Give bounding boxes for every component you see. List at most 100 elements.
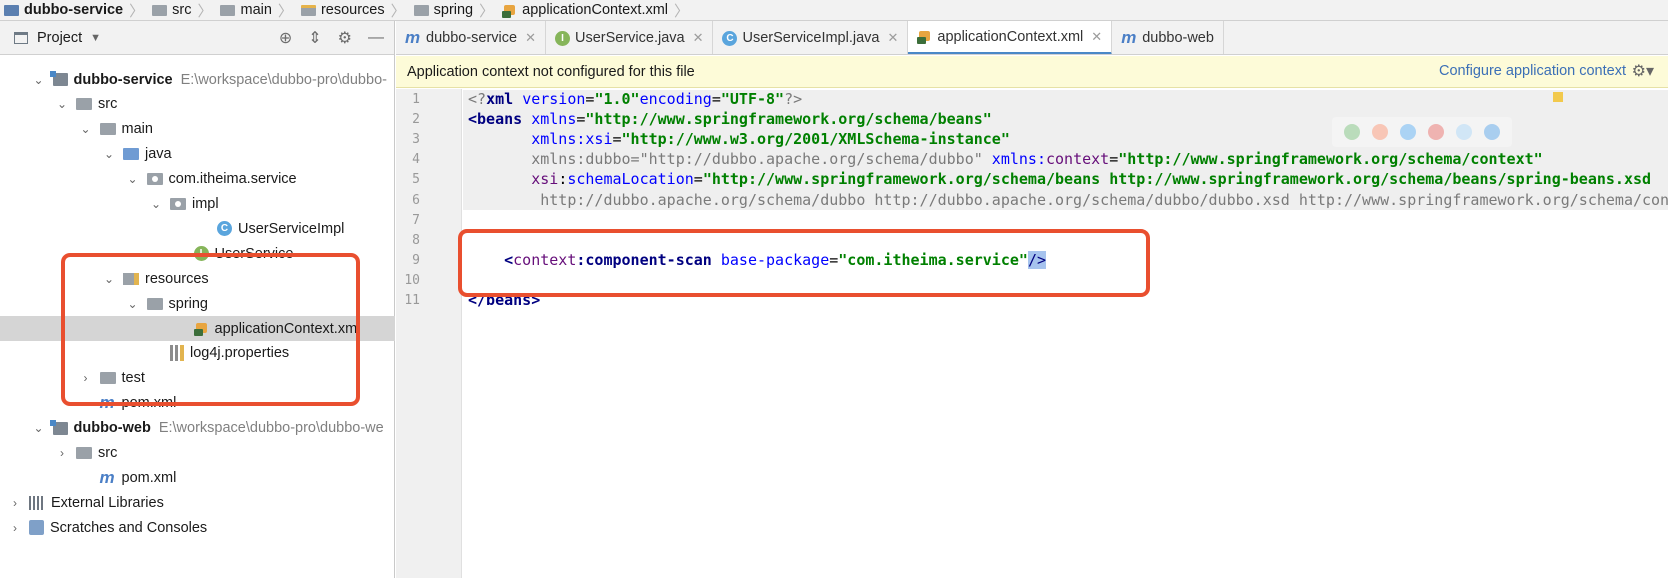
edge-icon[interactable] <box>1484 124 1500 140</box>
tree-item[interactable]: m pom.xml <box>0 465 395 490</box>
code-token: <beans <box>468 110 532 129</box>
gear-icon[interactable]: ⚙▾ <box>1632 61 1654 81</box>
firefox-icon[interactable] <box>1372 124 1388 140</box>
chevron-right-icon: 〉 <box>674 2 690 20</box>
code-token: xmlns <box>531 110 577 129</box>
line-number: 2 <box>412 112 420 128</box>
minimize-icon[interactable]: — <box>368 29 384 47</box>
collapse-all-icon[interactable]: ⇕ <box>308 28 321 48</box>
close-icon[interactable]: ✕ <box>1091 29 1102 45</box>
tree-item[interactable]: ⌄ dubbo-service E:\workspace\dubbo-pro\dub… <box>0 67 395 92</box>
tree-item[interactable]: ⌄ src <box>0 92 395 117</box>
line-number: 6 <box>412 192 420 208</box>
tree-item[interactable]: › Scratches and Consoles <box>0 515 395 540</box>
tree-item[interactable]: ⌄ dubbo-web E:\workspace\dubbo-pro\dubbo-w… <box>0 416 395 441</box>
ie-icon[interactable] <box>1456 124 1472 140</box>
breadcrumb-item[interactable]: spring 〉 <box>410 0 499 20</box>
gear-icon[interactable]: ⚙ <box>338 28 352 48</box>
editor-gutter: 1 2 3 4 5 6 7 8 9 10 11 <box>396 89 462 578</box>
line-number: 9 <box>412 252 420 268</box>
chrome-icon[interactable] <box>1344 124 1360 140</box>
tab-label: dubbo-web <box>1142 30 1214 46</box>
chevron-down-icon[interactable]: ⌄ <box>32 73 46 87</box>
code-token: "UTF-8" <box>720 90 785 108</box>
code-token: http://dubbo.apache.org/schema/dubbo htt… <box>468 190 1668 209</box>
editor-tab[interactable]: C UserServiceImpl.java ✕ <box>713 21 909 54</box>
maven-icon: m <box>99 467 115 487</box>
breadcrumb-item[interactable]: src 〉 <box>148 0 216 20</box>
chevron-right-icon[interactable]: › <box>8 496 22 510</box>
breadcrumb-label: src <box>172 2 192 18</box>
context-notification-bar: Application context not configured for t… <box>396 56 1668 88</box>
chevron-right-icon: 〉 <box>479 2 495 20</box>
chevron-down-icon[interactable]: ⌄ <box>102 147 116 161</box>
tree-item-label: dubbo-web <box>73 420 151 437</box>
safari-icon[interactable] <box>1400 124 1416 140</box>
code-token: xmlns: <box>991 150 1046 169</box>
folder-icon <box>99 123 116 136</box>
code-line: <beans xmlns="http://www.springframework… <box>468 110 992 128</box>
chevron-down-icon[interactable]: ⌄ <box>149 197 163 211</box>
chevron-down-icon[interactable]: ▼ <box>90 32 101 44</box>
resources-folder-icon <box>300 4 316 16</box>
chevron-down-icon[interactable]: ⌄ <box>55 97 69 111</box>
folder-icon <box>76 98 92 111</box>
module-path: E:\workspace\dubbo-pro\dubbo-we <box>158 420 384 437</box>
code-token: xml <box>486 90 523 108</box>
class-icon: C <box>217 221 232 237</box>
project-view-selector[interactable]: Project <box>37 30 82 46</box>
inspection-status-icon[interactable] <box>1553 92 1563 102</box>
breadcrumb-item[interactable]: resources 〉 <box>297 0 410 20</box>
tree-item[interactable]: › src <box>0 441 395 466</box>
editor-tab[interactable]: m dubbo-service ✕ <box>396 21 546 54</box>
breadcrumb-item[interactable]: applicationContext.xml 〉 <box>498 0 693 20</box>
project-window-icon <box>14 31 28 44</box>
tree-item[interactable]: C UserServiceImpl <box>0 216 395 241</box>
tree-item[interactable]: ⌄ java <box>0 142 395 167</box>
code-token: = <box>711 90 721 108</box>
editor-tab[interactable]: applicationContext.xml ✕ <box>908 21 1113 54</box>
chevron-down-icon[interactable]: ⌄ <box>79 122 93 136</box>
module-icon <box>4 4 19 16</box>
tree-item-label: main <box>121 121 153 138</box>
configure-context-link[interactable]: Configure application context <box>1439 63 1626 79</box>
line-number: 5 <box>412 172 420 188</box>
code-line: xsi:schemaLocation="http://www.springfra… <box>468 170 1651 188</box>
breadcrumb-item[interactable]: dubbo-service 〉 <box>0 0 148 20</box>
tree-item[interactable]: ⌄ com.itheima.service <box>0 167 395 192</box>
code-token: xmlns: <box>531 130 586 149</box>
opera-icon[interactable] <box>1428 124 1444 140</box>
package-icon <box>170 198 186 210</box>
code-line: http://dubbo.apache.org/schema/dubbo htt… <box>468 191 1668 209</box>
tree-item[interactable]: › External Libraries <box>0 490 395 515</box>
tree-item-label: impl <box>192 196 219 212</box>
tree-item[interactable]: ⌄ impl <box>0 192 395 217</box>
folder-icon <box>152 4 168 16</box>
line-number: 8 <box>412 232 420 248</box>
chevron-right-icon[interactable]: › <box>8 521 22 535</box>
tree-item-label: src <box>98 96 118 113</box>
highlight-box <box>458 229 1150 297</box>
code-token: schemaLocation <box>567 170 694 189</box>
code-editor[interactable]: 1 2 3 4 5 6 7 8 9 10 11 <?xml version = "1.0"encodin… <box>396 89 1668 578</box>
editor-tab[interactable]: I UserService.java ✕ <box>546 21 714 54</box>
breadcrumb-item[interactable]: main 〉 <box>216 0 296 20</box>
editor-tab[interactable]: m dubbo-web <box>1112 21 1224 54</box>
xml-file-icon <box>502 3 517 18</box>
code-token: version <box>522 90 586 108</box>
package-icon <box>146 173 163 186</box>
line-number: 3 <box>412 132 420 148</box>
chevron-right-icon[interactable]: › <box>55 446 69 460</box>
close-icon[interactable]: ✕ <box>525 30 536 46</box>
close-icon[interactable]: ✕ <box>887 30 898 46</box>
code-line: <?xml version="1.0"encoding="UTF-8"?> <box>468 90 802 108</box>
chevron-down-icon[interactable]: ⌄ <box>126 172 140 186</box>
line-number: 11 <box>404 293 420 308</box>
close-icon[interactable]: ✕ <box>693 30 704 46</box>
tree-item[interactable]: ⌄ main <box>0 117 395 142</box>
code-line: xmlns:dubbo="http://dubbo.apache.org/sch… <box>468 150 1542 169</box>
chevron-down-icon[interactable]: ⌄ <box>32 421 46 435</box>
locate-icon[interactable]: ⊕ <box>279 28 292 48</box>
xml-file-icon <box>917 29 932 44</box>
chevron-right-icon: 〉 <box>277 2 293 20</box>
